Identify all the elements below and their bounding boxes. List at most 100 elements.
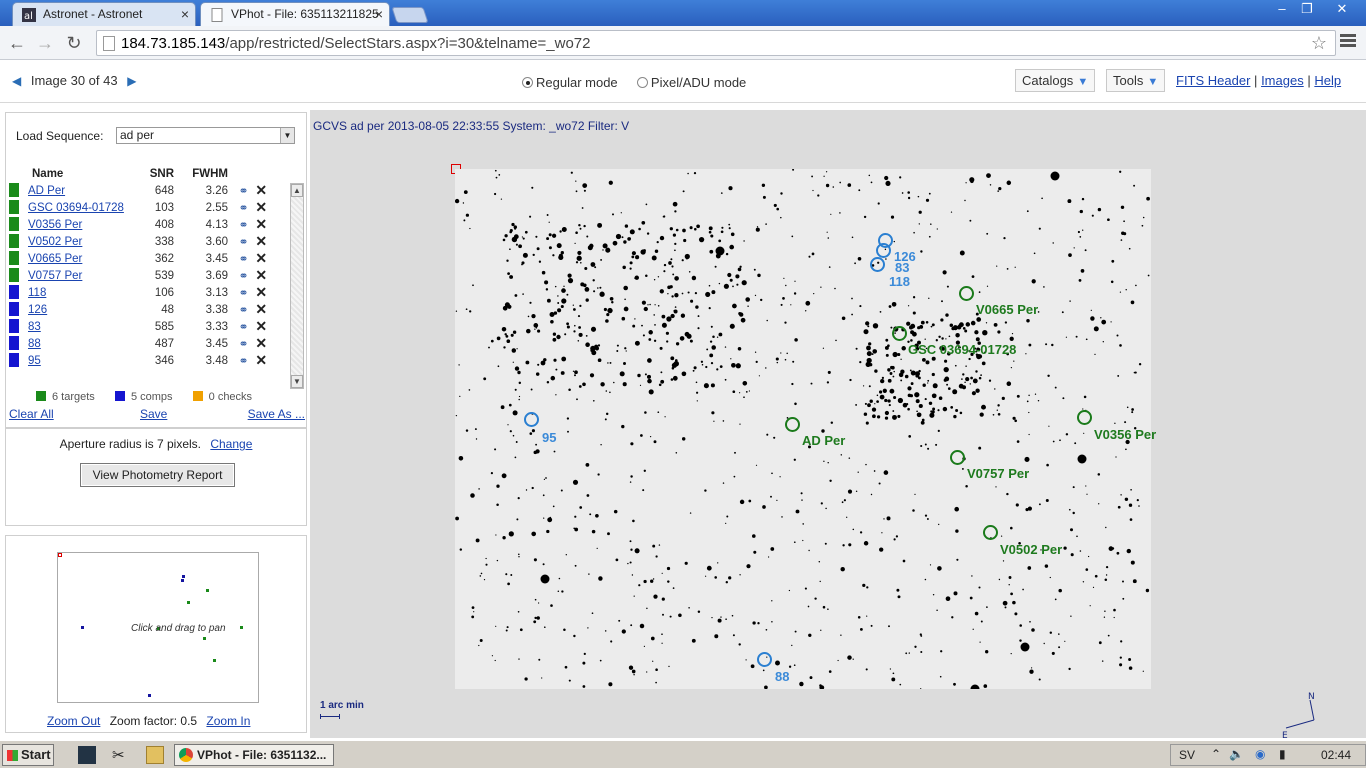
binoculars-icon[interactable]: ⚭ <box>236 320 251 334</box>
save-link[interactable]: Save <box>140 407 167 421</box>
address-bar[interactable]: 184.73.185.143/app/restricted/SelectStar… <box>96 30 1336 56</box>
table-row: V0757 Per 539 3.69 ⚭ ✕ <box>6 267 288 284</box>
table-scrollbar[interactable]: ▲ ▼ <box>290 183 304 389</box>
remove-star-icon[interactable]: ✕ <box>254 352 268 369</box>
zoom-out-link[interactable]: Zoom Out <box>47 714 100 728</box>
regular-mode-radio[interactable] <box>522 77 533 88</box>
bookmark-star-icon[interactable]: ☆ <box>1311 33 1327 54</box>
star-name-link[interactable]: 95 <box>28 355 41 367</box>
star-name-link[interactable]: 118 <box>28 287 46 299</box>
view-photometry-report-button[interactable]: View Photometry Report <box>80 463 235 487</box>
sequence-select[interactable]: ad per ▼ <box>116 127 295 144</box>
start-button[interactable]: Start <box>2 744 54 766</box>
target-marker-v0356[interactable] <box>1077 410 1092 425</box>
fits-header-link[interactable]: FITS Header <box>1176 73 1250 88</box>
remove-star-icon[interactable]: ✕ <box>254 199 268 216</box>
binoculars-icon[interactable]: ⚭ <box>236 252 251 266</box>
scroll-down-icon[interactable]: ▼ <box>291 375 303 388</box>
remove-star-icon[interactable]: ✕ <box>254 335 268 352</box>
star-name-link[interactable]: V0757 Per <box>28 270 82 282</box>
target-marker-gsc[interactable] <box>892 326 907 341</box>
star-name-link[interactable]: 83 <box>28 321 41 333</box>
forward-icon[interactable]: → <box>34 32 56 54</box>
help-link[interactable]: Help <box>1314 73 1341 88</box>
mini-map[interactable]: Click and drag to pan <box>57 552 259 703</box>
star-name-link[interactable]: 88 <box>28 338 41 350</box>
tab-vphot[interactable]: VPhot - File: 635113211825 × <box>200 2 390 26</box>
star-name-link[interactable]: V0502 Per <box>28 236 82 248</box>
remove-star-icon[interactable]: ✕ <box>254 250 268 267</box>
restore-window-icon[interactable]: ❐ <box>1294 0 1320 20</box>
catalogs-menu-button[interactable]: Catalogs ▼ <box>1015 69 1096 92</box>
star-name-link[interactable]: 126 <box>28 304 47 316</box>
binoculars-icon[interactable]: ⚭ <box>236 201 251 215</box>
images-link[interactable]: Images <box>1261 73 1304 88</box>
remove-star-icon[interactable]: ✕ <box>254 318 268 335</box>
target-marker-v0665[interactable] <box>959 286 974 301</box>
tray-expand-icon[interactable]: ⌃ <box>1211 747 1221 761</box>
star-type-swatch <box>9 183 19 197</box>
star-name-link[interactable]: V0356 Per <box>28 219 82 231</box>
star-name-link[interactable]: GSC 03694-01728 <box>28 202 124 214</box>
close-tab-icon[interactable]: × <box>375 6 383 22</box>
change-aperture-link[interactable]: Change <box>210 437 252 451</box>
comp-marker-118[interactable] <box>870 257 885 272</box>
remove-star-icon[interactable]: ✕ <box>254 182 268 199</box>
binoculars-icon[interactable]: ⚭ <box>236 286 251 300</box>
binoculars-icon[interactable]: ⚭ <box>236 218 251 232</box>
remove-star-icon[interactable]: ✕ <box>254 267 268 284</box>
comp-marker-88[interactable] <box>757 652 772 667</box>
star-name-link[interactable]: AD Per <box>28 185 65 197</box>
volume-icon[interactable]: 🔈 <box>1229 747 1244 761</box>
binoculars-icon[interactable]: ⚭ <box>236 184 251 198</box>
new-tab-button[interactable] <box>391 7 429 23</box>
previous-image-icon[interactable]: ◀ <box>12 74 21 88</box>
binoculars-icon[interactable]: ⚭ <box>236 303 251 317</box>
back-icon[interactable]: ← <box>6 32 28 54</box>
pixel-mode-radio[interactable] <box>636 77 648 88</box>
snr-cell: 648 <box>154 184 174 197</box>
minimize-window-icon[interactable]: ‒ <box>1269 0 1295 20</box>
tab-astronet[interactable]: al Astronet - Astronet × <box>12 2 196 26</box>
star-type-swatch <box>9 268 19 282</box>
signal-icon[interactable]: ▮ <box>1279 747 1286 761</box>
comp-marker-95[interactable] <box>524 412 539 427</box>
close-tab-icon[interactable]: × <box>181 6 189 22</box>
binoculars-icon[interactable]: ⚭ <box>236 235 251 249</box>
binoculars-icon[interactable]: ⚭ <box>236 269 251 283</box>
tools-icon[interactable]: ✂ <box>112 746 130 764</box>
star-field-image[interactable]: AD Per GSC 03694-01728 V0356 Per V0502 P… <box>455 169 1156 689</box>
chrome-menu-icon[interactable] <box>1340 34 1356 49</box>
label-v0356: V0356 Per <box>1094 427 1157 442</box>
language-indicator[interactable]: SV <box>1179 748 1195 762</box>
label-88: 88 <box>775 669 790 684</box>
remove-star-icon[interactable]: ✕ <box>254 216 268 233</box>
next-image-icon[interactable]: ▶ <box>127 74 136 88</box>
close-window-icon[interactable]: ✕ <box>1326 0 1358 20</box>
mini-map-comp-dot <box>148 694 151 697</box>
table-row: V0502 Per 338 3.60 ⚭ ✕ <box>6 233 288 250</box>
save-as-link[interactable]: Save As ... <box>248 407 305 421</box>
fwhm-cell: 4.13 <box>205 218 228 231</box>
remove-star-icon[interactable]: ✕ <box>254 233 268 250</box>
remove-star-icon[interactable]: ✕ <box>254 284 268 301</box>
zoom-in-link[interactable]: Zoom In <box>206 714 250 728</box>
binoculars-icon[interactable]: ⚭ <box>236 354 251 368</box>
reload-icon[interactable]: ↻ <box>63 32 85 54</box>
taskbar-vphot-window[interactable]: VPhot - File: 6351132... <box>174 744 334 766</box>
star-name-link[interactable]: V0665 Per <box>28 253 82 265</box>
clear-all-link[interactable]: Clear All <box>9 407 54 421</box>
binoculars-icon[interactable]: ⚭ <box>236 337 251 351</box>
snr-cell: 48 <box>161 303 174 316</box>
network-icon[interactable]: ◉ <box>1255 747 1265 761</box>
target-marker-v0502[interactable] <box>983 525 998 540</box>
scroll-up-icon[interactable]: ▲ <box>291 184 303 197</box>
tools-menu-button[interactable]: Tools ▼ <box>1106 69 1166 92</box>
comp-marker-83[interactable] <box>876 243 891 258</box>
folder-icon[interactable] <box>146 746 164 764</box>
app-icon[interactable] <box>78 746 96 764</box>
target-marker-ad-per[interactable] <box>785 417 800 432</box>
remove-star-icon[interactable]: ✕ <box>254 301 268 318</box>
svg-text:al: al <box>24 11 33 22</box>
target-marker-v0757[interactable] <box>950 450 965 465</box>
